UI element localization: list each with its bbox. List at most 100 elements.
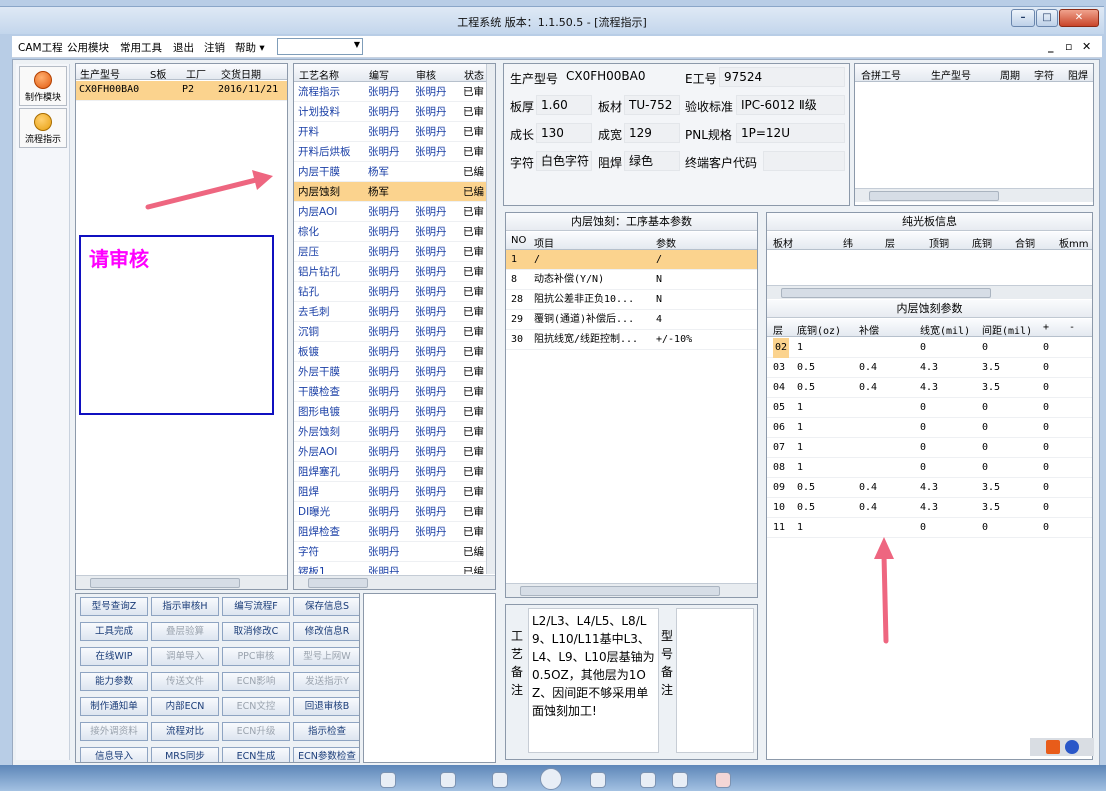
col-writer[interactable]: 编写 [369,67,389,82]
bare-col[interactable]: 底铜 [972,235,992,250]
table-row[interactable]: 沉铜 张明丹 张明丹 已审 [294,322,486,342]
col-merge-solder[interactable]: 阻焊 [1068,67,1088,82]
scroll-thumb[interactable] [308,578,368,588]
menu-help[interactable]: 帮助 ▾ [235,40,265,55]
action-button[interactable]: 传送文件 [151,672,219,691]
col-model[interactable]: 生产型号 [80,66,120,81]
nav-flow-indicator[interactable]: 流程指示 [19,108,67,148]
col-reviewer[interactable]: 审核 [416,67,436,82]
table-row[interactable]: 28 阻抗公差非正负10... N [506,290,757,310]
action-button[interactable]: 内部ECN [151,697,219,716]
action-button[interactable]: ECN参数检查 [293,747,359,762]
menu-exit[interactable]: 退出 [173,40,194,55]
rotate-left-icon[interactable] [640,772,656,788]
etch-col[interactable]: + [1043,322,1049,333]
merge-hscrollbar[interactable] [855,188,1093,202]
process-vscrollbar[interactable] [486,64,495,574]
delete-icon[interactable] [715,772,731,788]
rotate-right-icon[interactable] [672,772,688,788]
table-row[interactable]: 10 0.5 0.4 4.3 3.5 0 [767,498,1092,518]
action-button[interactable]: 信息导入 [80,747,148,762]
action-button[interactable]: ECN影响 [222,672,290,691]
solder-value[interactable]: 绿色 [624,151,680,171]
etch-col[interactable]: 补偿 [859,322,879,337]
col-no[interactable]: NO [511,235,526,246]
table-row[interactable]: 内层干膜 杨军 已编 [294,162,486,182]
menu-common-module[interactable]: 公用模块 [67,40,109,55]
col-delivery-date[interactable]: 交货日期 [221,66,261,81]
action-button[interactable]: 回退审核B [293,697,359,716]
action-button[interactable]: 流程对比 [151,722,219,741]
menu-logout[interactable]: 注销 [204,40,225,55]
table-row[interactable]: 钻孔 张明丹 张明丹 已审 [294,282,486,302]
action-button[interactable]: 修改信息R [293,622,359,641]
table-row[interactable]: 外层蚀刻 张明丹 张明丹 已审 [294,422,486,442]
table-row[interactable]: 11 1 0 0 0 [767,518,1092,538]
action-button[interactable]: 叠层验算 [151,622,219,641]
table-row[interactable]: 内层蚀刻 杨军 已编 [294,182,486,202]
col-merge-period[interactable]: 周期 [1000,67,1020,82]
next-icon[interactable] [590,772,606,788]
bare-col[interactable]: 合铜 [1015,235,1035,250]
standard-value[interactable]: IPC-6012 Ⅱ级 [736,95,845,115]
table-row[interactable]: 内层AOI 张明丹 张明丹 已审 [294,202,486,222]
etch-col[interactable]: 底铜(oz) [797,322,841,337]
action-button[interactable]: 在线WIP [80,647,148,666]
col-merge-char[interactable]: 字符 [1034,67,1054,82]
orders-hscrollbar[interactable] [76,575,287,589]
table-row[interactable]: 干膜检查 张明丹 张明丹 已审 [294,382,486,402]
scroll-thumb[interactable] [520,586,720,596]
col-factory[interactable]: 工厂 [186,66,206,81]
maximize-button[interactable]: □ [1036,9,1058,27]
close-button[interactable]: ✕ [1059,9,1099,27]
col-item[interactable]: 项目 [534,235,554,250]
table-row[interactable]: 05 1 0 0 0 [767,398,1092,418]
table-row[interactable]: 阻焊 张明丹 张明丹 已审 [294,482,486,502]
nav-make-module[interactable]: 制作模块 [19,66,67,106]
home-icon[interactable] [540,768,562,790]
menu-tools[interactable]: 常用工具 [120,40,162,55]
etch-col[interactable]: - [1069,322,1075,333]
menu-combo-select[interactable]: ▼ [277,38,363,55]
menu-cam[interactable]: CAM工程 [18,40,63,55]
table-row[interactable]: DI曝光 张明丹 张明丹 已审 [294,502,486,522]
tool-icon[interactable] [440,772,456,788]
bare-col[interactable]: 板材 [773,235,793,250]
table-row[interactable]: 棕化 张明丹 张明丹 已审 [294,222,486,242]
action-button[interactable]: ECN生成 [222,747,290,762]
col-param[interactable]: 参数 [656,235,676,250]
table-row[interactable]: 08 1 0 0 0 [767,458,1092,478]
action-button[interactable]: 能力参数 [80,672,148,691]
table-row[interactable]: 锣板1 张明丹 已编 [294,562,486,574]
action-button[interactable]: 取消修改C [222,622,290,641]
table-row[interactable]: 层压 张明丹 张明丹 已审 [294,242,486,262]
model-remarks-text[interactable] [676,608,754,753]
action-button[interactable]: 编写流程F [222,597,290,616]
table-row[interactable]: 铝片钻孔 张明丹 张明丹 已审 [294,262,486,282]
bare-col[interactable]: 板mm [1059,235,1088,250]
table-row[interactable]: 图形电镀 张明丹 张明丹 已审 [294,402,486,422]
bare-col[interactable]: 顶铜 [929,235,949,250]
bare-hscrollbar[interactable] [767,285,1092,299]
etch-col[interactable]: 线宽(mil) [920,322,970,337]
table-row[interactable]: 外层AOI 张明丹 张明丹 已审 [294,442,486,462]
width-value[interactable]: 129 [624,123,680,143]
action-button[interactable]: MRS同步 [151,747,219,762]
col-s-board[interactable]: S板 [150,66,166,81]
table-row[interactable]: 03 0.5 0.4 4.3 3.5 0 [767,358,1092,378]
table-row[interactable]: 04 0.5 0.4 4.3 3.5 0 [767,378,1092,398]
action-button[interactable]: ECN文控 [222,697,290,716]
process-remarks-text[interactable]: L2/L3、L4/L5、L8/L9、L10/L11基中L3、L4、L9、L10层… [528,608,659,753]
minimize-button[interactable]: – [1011,9,1035,27]
col-process-name[interactable]: 工艺名称 [299,67,339,82]
mdi-minimize-button[interactable]: _ [1048,40,1054,53]
table-row[interactable]: 02 1 0 0 0 [767,338,1092,358]
table-row[interactable]: 8 动态补偿(Y/N) N [506,270,757,290]
table-row[interactable]: 流程指示 张明丹 张明丹 已审 [294,82,486,102]
action-button[interactable]: 工具完成 [80,622,148,641]
action-button[interactable]: 保存信息S [293,597,359,616]
table-row[interactable]: CX0FH00BA0 P2 2016/11/21 [76,81,287,101]
mdi-close-button[interactable]: ✕ [1082,40,1091,53]
eno-value[interactable]: 97524 [719,67,845,87]
thickness-value[interactable]: 1.60 [536,95,592,115]
